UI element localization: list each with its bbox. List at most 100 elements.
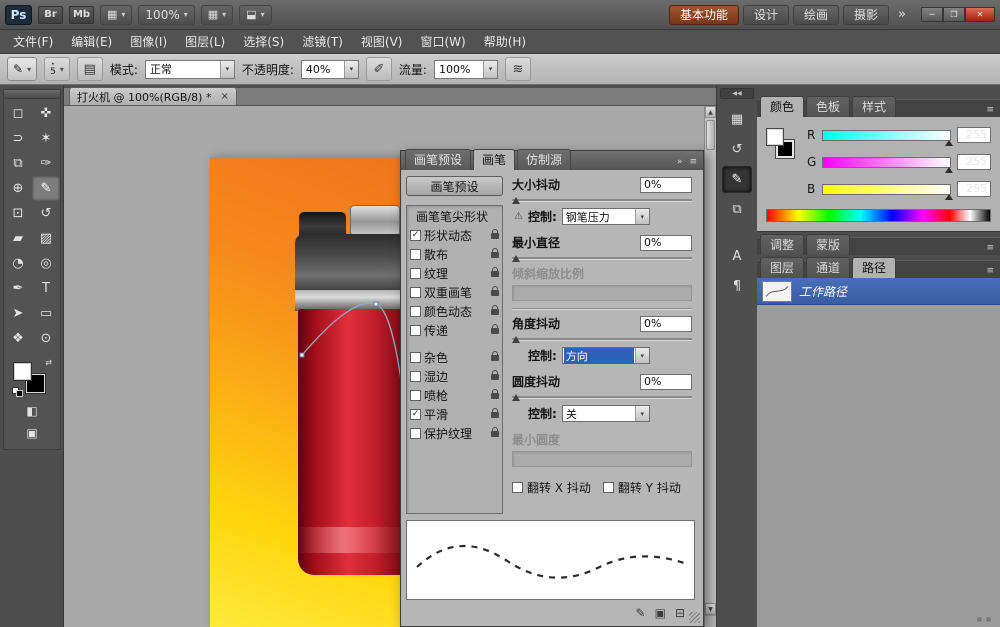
lock-icon[interactable] — [491, 431, 499, 437]
checkbox[interactable] — [410, 428, 421, 439]
new-brush-icon[interactable]: ▣ — [655, 606, 666, 620]
size-control-dropdown[interactable]: 钢笔压力 ▾ — [562, 208, 650, 225]
option-airbrush[interactable]: 喷枪 — [407, 386, 502, 405]
minibridge-button[interactable]: Mb — [69, 6, 94, 24]
checkbox[interactable] — [410, 325, 421, 336]
lock-icon[interactable] — [491, 252, 499, 258]
flip-y-checkbox[interactable] — [603, 482, 614, 493]
slider-thumb[interactable] — [512, 197, 520, 204]
swatches-panel-icon[interactable]: ▦ — [722, 106, 752, 133]
min-diameter-input[interactable]: 0% — [640, 235, 692, 251]
screen-mode-toggle-button[interactable]: ▣ — [18, 422, 46, 443]
bridge-button[interactable]: Br — [38, 6, 63, 24]
path-selection-tool[interactable]: ➤ — [4, 301, 32, 326]
lock-icon[interactable] — [491, 271, 499, 277]
lock-icon[interactable] — [491, 393, 499, 399]
menu-file[interactable]: 文件(F) — [4, 30, 62, 54]
brush-preset-picker[interactable]: • 5 ▾ — [44, 57, 70, 81]
chevron-down-icon[interactable]: ▾ — [483, 61, 497, 78]
opacity-select[interactable]: 40% ▾ — [301, 60, 359, 79]
lock-icon[interactable] — [491, 355, 499, 361]
menu-view[interactable]: 视图(V) — [352, 30, 412, 54]
clone-source-panel-icon[interactable]: ⧉ — [722, 196, 752, 223]
dodge-tool[interactable]: ◎ — [32, 251, 60, 276]
lock-icon[interactable] — [491, 309, 499, 315]
lock-icon[interactable] — [491, 290, 499, 296]
zoom-tool[interactable]: ⊙ — [32, 326, 60, 351]
workspace-essentials[interactable]: 基本功能 — [669, 5, 739, 25]
type-tool[interactable]: T — [32, 276, 60, 301]
eyedropper-tool[interactable]: ✑ — [32, 151, 60, 176]
tab-adjustments[interactable]: 调整 — [760, 234, 804, 255]
size-jitter-slider[interactable] — [512, 195, 692, 204]
workspace-overflow-button[interactable]: » — [893, 7, 911, 22]
flow-select[interactable]: 100% ▾ — [434, 60, 498, 79]
tab-color[interactable]: 颜色 — [760, 96, 804, 117]
checkbox[interactable]: ✓ — [410, 409, 421, 420]
size-jitter-input[interactable]: 0% — [640, 177, 692, 193]
resize-grip[interactable] — [689, 612, 700, 623]
menu-window[interactable]: 窗口(W) — [411, 30, 474, 54]
blend-mode-select[interactable]: 正常 ▾ — [145, 60, 235, 79]
slider-thumb[interactable] — [512, 255, 520, 262]
document-tab[interactable]: 打火机 @ 100%(RGB/8) * × — [69, 87, 237, 105]
paragraph-panel-icon[interactable]: ¶ — [722, 273, 752, 300]
brush-tip-shape-row[interactable]: 画笔笔尖形状 — [407, 207, 502, 226]
min-diameter-slider[interactable] — [512, 253, 692, 262]
view-extras-button[interactable]: ▦ ▾ — [100, 5, 132, 25]
tab-layers[interactable]: 图层 — [760, 257, 804, 278]
checkbox[interactable] — [410, 352, 421, 363]
lasso-tool[interactable]: ⊃ — [4, 126, 32, 151]
scroll-down-icon[interactable]: ▼ — [705, 603, 716, 615]
restore-button[interactable]: ❒ — [943, 7, 965, 22]
option-color-dynamics[interactable]: 颜色动态 — [407, 302, 502, 321]
panel-menu-icon[interactable]: ≡ — [986, 266, 997, 278]
red-slider[interactable] — [822, 130, 951, 141]
option-smoothing[interactable]: ✓ 平滑 — [407, 405, 502, 424]
path-thumbnail[interactable] — [762, 281, 792, 302]
tab-clone-source[interactable]: 仿制源 — [517, 149, 571, 170]
roundness-jitter-input[interactable]: 0% — [640, 374, 692, 390]
tab-swatches[interactable]: 色板 — [806, 96, 850, 117]
gradient-tool[interactable]: ▨ — [32, 226, 60, 251]
minimize-button[interactable]: ─ — [921, 7, 943, 22]
checkbox[interactable] — [410, 371, 421, 382]
pen-tool[interactable]: ✒ — [4, 276, 32, 301]
foreground-color-swatch[interactable] — [766, 128, 784, 146]
document-close-icon[interactable]: × — [220, 91, 228, 102]
panel-menu-icon[interactable]: ≡ — [986, 243, 997, 255]
preview-toggle-icon[interactable]: ✎ — [636, 606, 646, 620]
menu-help[interactable]: 帮助(H) — [475, 30, 535, 54]
flip-x-checkbox-item[interactable]: 翻转 X 抖动 — [512, 479, 591, 496]
eraser-tool[interactable]: ▰ — [4, 226, 32, 251]
expand-dock-button[interactable]: ◀◀ — [720, 88, 754, 99]
checkbox[interactable] — [410, 306, 421, 317]
work-path-row[interactable]: 工作路径 — [757, 278, 1000, 305]
crop-tool[interactable]: ⧉ — [4, 151, 32, 176]
checkbox[interactable] — [410, 249, 421, 260]
blue-slider[interactable] — [822, 184, 951, 195]
option-dual-brush[interactable]: 双重画笔 — [407, 283, 502, 302]
panel-menu-icon[interactable]: ≡ — [689, 157, 697, 167]
close-button[interactable]: ✕ — [965, 7, 995, 22]
angle-control-dropdown[interactable]: 方向 ▾ — [562, 347, 650, 364]
red-value-input[interactable]: 255 — [957, 127, 991, 143]
checkbox[interactable] — [410, 287, 421, 298]
workspace-painting[interactable]: 绘画 — [793, 5, 839, 25]
checkbox[interactable] — [410, 390, 421, 401]
tab-channels[interactable]: 通道 — [806, 257, 850, 278]
swap-colors-icon[interactable]: ⇄ — [45, 358, 52, 367]
checkbox[interactable] — [410, 268, 421, 279]
airbrush-button[interactable]: ≋ — [505, 57, 531, 81]
green-slider[interactable] — [822, 157, 951, 168]
panel-menu-icon[interactable]: ≡ — [986, 105, 997, 117]
lock-icon[interactable] — [491, 233, 499, 239]
quick-selection-tool[interactable]: ✶ — [32, 126, 60, 151]
option-protect-texture[interactable]: 保护纹理 — [407, 424, 502, 443]
rectangular-marquee-tool[interactable]: ◻ — [4, 101, 32, 126]
scrollbar-thumb[interactable] — [706, 120, 715, 150]
green-value-input[interactable]: 255 — [957, 154, 991, 170]
slider-thumb[interactable] — [945, 167, 953, 173]
option-noise[interactable]: 杂色 — [407, 348, 502, 367]
menu-select[interactable]: 选择(S) — [234, 30, 293, 54]
